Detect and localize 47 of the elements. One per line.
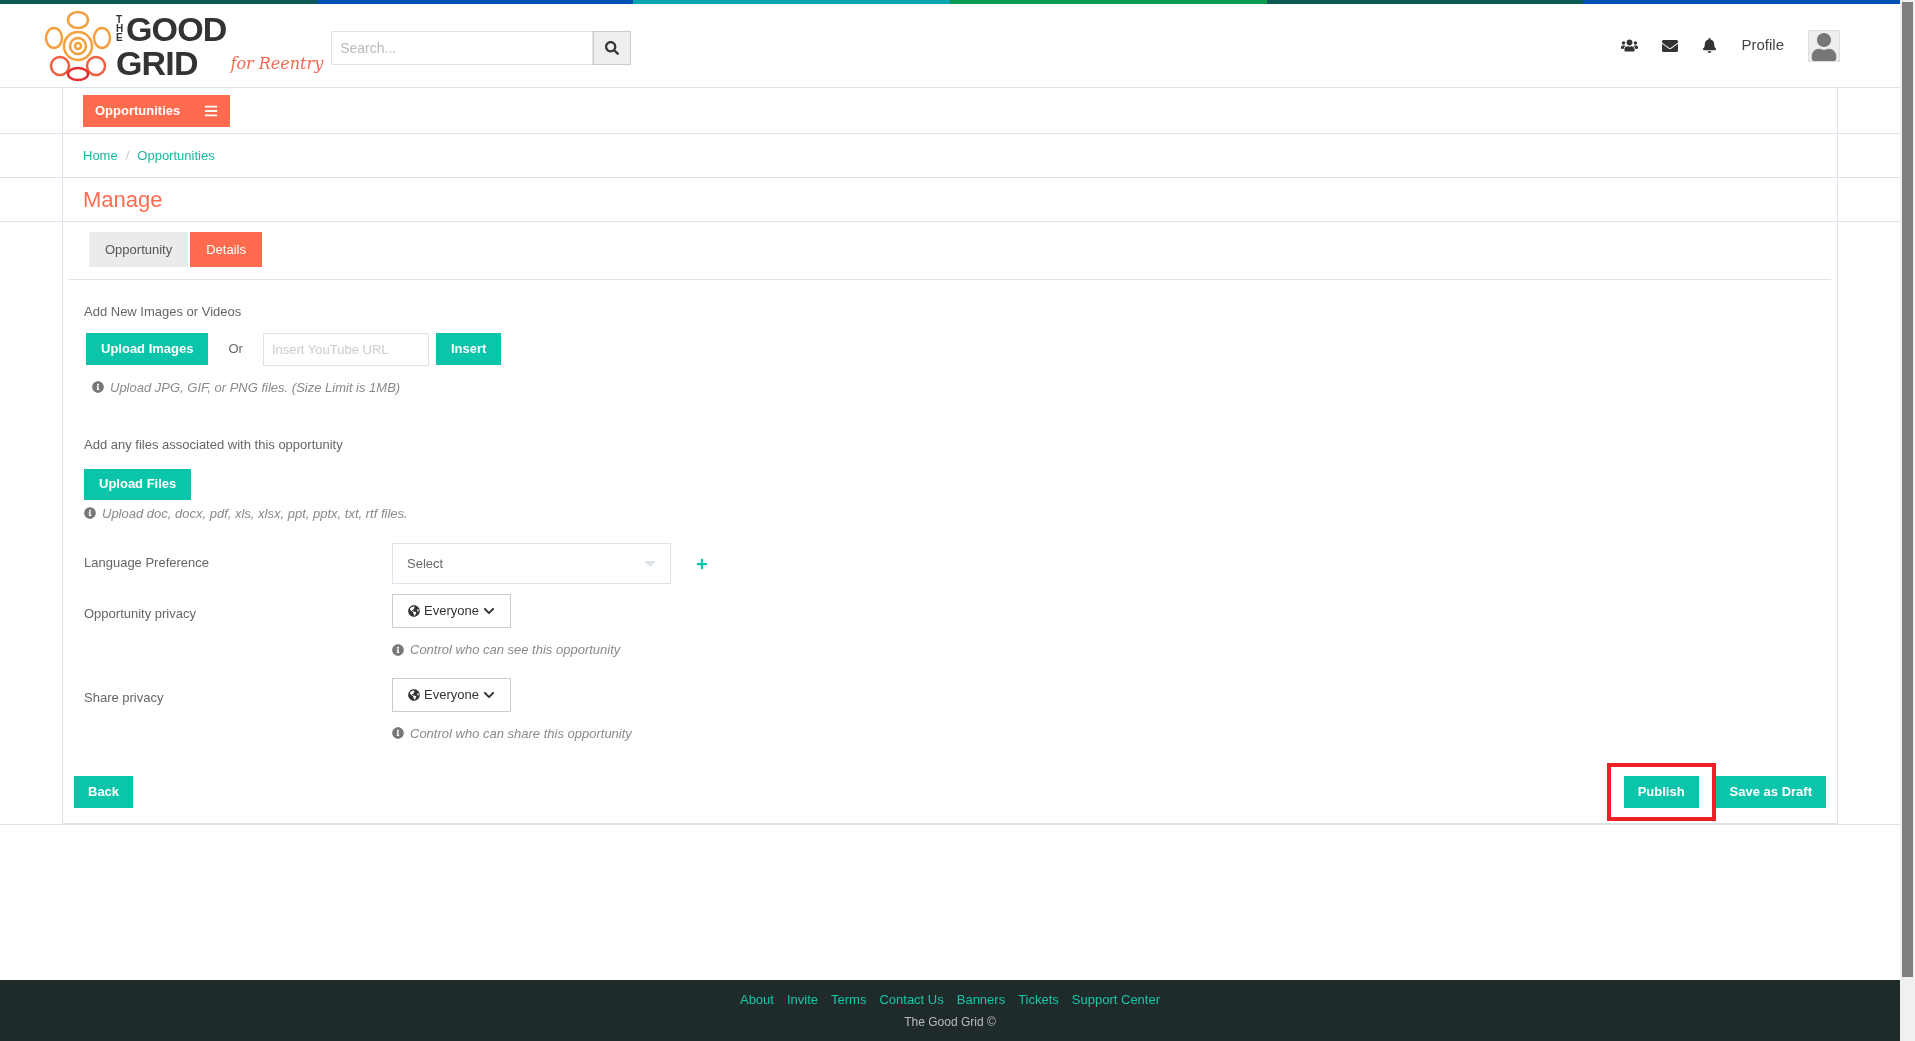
mail-icon[interactable] [1662, 37, 1679, 54]
search-icon [605, 40, 620, 55]
hint-text: Upload doc, docx, pdf, xls, xlsx, ppt, pptx, txt, rtf files. [102, 504, 408, 523]
scrollbar-thumb[interactable] [1902, 2, 1913, 977]
footer-link[interactable]: Support Center [1071, 990, 1161, 1010]
field-label: Opportunity privacy [84, 605, 197, 623]
footer-link[interactable]: About [739, 990, 774, 1010]
chevron-down-icon [482, 605, 495, 617]
menu-icon [204, 103, 219, 118]
privacy-dropdown[interactable]: Everyone [392, 677, 511, 712]
info-icon [392, 727, 404, 740]
footer-link[interactable]: Terms [831, 990, 867, 1010]
search-field[interactable]: Search... [331, 30, 594, 65]
footer-link[interactable]: Banners [956, 990, 1006, 1010]
footer-link[interactable]: Tickets [1018, 990, 1059, 1010]
hint-text: Control who can see this opportunity [410, 641, 621, 659]
dropdown-caret-icon [644, 560, 656, 567]
globe-icon [408, 688, 421, 701]
section-label: Add any files associated with this opportunity [84, 436, 344, 454]
footer-link[interactable]: Contact Us [879, 990, 944, 1010]
or-text: Or [228, 340, 243, 359]
logo-text: GOOD [126, 11, 227, 46]
logo-text: GRID [116, 45, 199, 80]
avatar-icon[interactable] [1808, 29, 1840, 62]
field-label: Share privacy [84, 688, 165, 707]
privacy-dropdown[interactable]: Everyone [392, 594, 511, 628]
globe-icon [408, 605, 421, 617]
footer-link[interactable]: Invite [786, 990, 819, 1010]
copyright-text: The Good Grid © [904, 1013, 996, 1031]
people-icon[interactable] [1621, 37, 1639, 54]
profile-link[interactable]: Profile [1741, 34, 1784, 57]
breadcrumb-separator: / [125, 146, 130, 165]
logo-small-text: THE [116, 15, 125, 42]
logo-tagline: for Reentry [230, 52, 324, 75]
info-icon [84, 507, 96, 520]
search-button[interactable] [593, 30, 632, 65]
field-label: Language Preference [84, 554, 211, 572]
hint-text: Upload JPG, GIF, or PNG files. (Size Limit is 1MB) [110, 378, 401, 397]
flower-logo-icon [44, 9, 112, 82]
info-icon [392, 643, 404, 656]
tab[interactable]: Opportunity [89, 232, 189, 267]
section-label: Add New Images or Videos [84, 303, 243, 321]
page-title: Manage [83, 186, 163, 214]
hint-text: Control who can share this opportunity [410, 724, 632, 743]
language-select[interactable]: Select [392, 543, 671, 584]
bell-icon[interactable] [1702, 38, 1718, 53]
info-icon [92, 381, 104, 394]
